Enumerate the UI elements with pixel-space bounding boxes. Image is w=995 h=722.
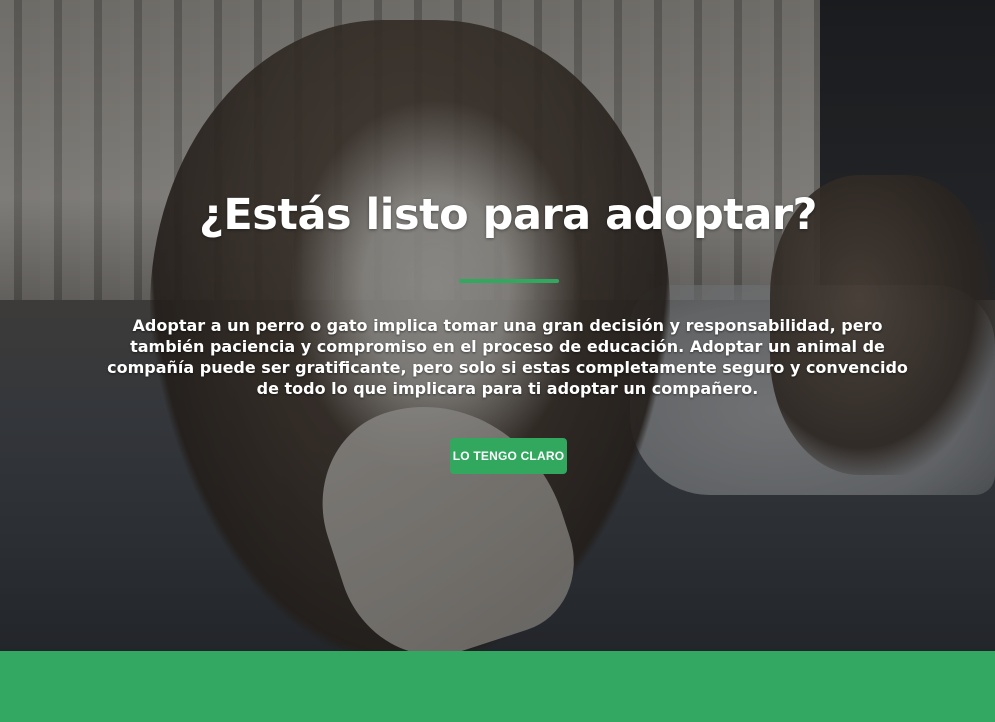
lo-tengo-claro-button[interactable]: LO TENGO CLARO: [450, 438, 567, 474]
green-section-band: [0, 651, 995, 722]
hero-title: ¿Estás listo para adoptar?: [198, 190, 818, 240]
hero-content: ¿Estás listo para adoptar? Adoptar a un …: [0, 0, 995, 651]
title-divider: [459, 279, 559, 283]
hero-section: ¿Estás listo para adoptar? Adoptar a un …: [0, 0, 995, 651]
hero-description: Adoptar a un perro o gato implica tomar …: [107, 316, 908, 398]
